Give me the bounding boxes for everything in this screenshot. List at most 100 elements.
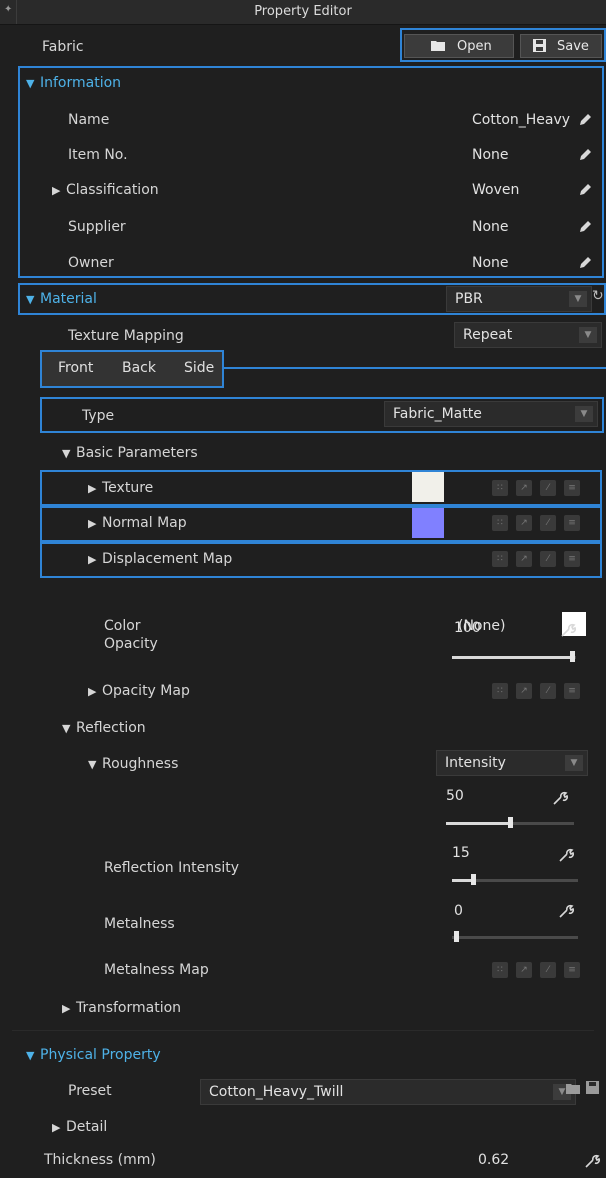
tab-back[interactable]: Back [122,360,156,376]
info-row-name: Name Cotton_Heavy [0,102,606,138]
thickness-value[interactable]: 0.62 [478,1152,509,1168]
collapse-triangle-icon: ▼ [62,447,71,460]
delete-icon[interactable]: ≡ [564,962,580,978]
brush-icon[interactable]: ⁄ [540,962,556,978]
expand-triangle-icon: ▶ [62,1002,71,1015]
reflection-intensity-slider[interactable] [452,874,578,885]
expand-triangle-icon: ▶ [88,482,97,495]
edit-pencil-icon[interactable] [578,148,592,162]
collapse-triangle-icon: ▼ [26,293,35,306]
preset-dropdown[interactable]: Cotton_Heavy_Twill ▼ [200,1079,576,1105]
grid-icon[interactable]: ∷ [492,551,508,567]
expand-triangle-icon: ▶ [88,517,97,530]
metalness-map-icons: ∷ ↗ ⁄ ≡ [492,962,584,978]
open-external-icon[interactable]: ↗ [516,480,532,496]
chevron-down-icon: ▼ [569,291,587,307]
brush-icon[interactable]: ⁄ [540,480,556,496]
physical-property-header[interactable]: ▼ Physical Property [0,1037,606,1073]
info-row-owner: Owner None [0,245,606,281]
open-button[interactable]: Open [404,34,514,58]
metalness-value[interactable]: 0 [454,903,463,919]
grid-icon[interactable]: ∷ [492,480,508,496]
reflection-header[interactable]: ▼ Reflection [0,710,606,746]
opacity-map-icons: ∷ ↗ ⁄ ≡ [492,683,584,699]
edit-pencil-icon[interactable] [578,220,592,234]
chevron-down-icon: ▼ [579,327,597,343]
displacement-map-icons: ∷ ↗ ⁄ ≡ [492,551,584,567]
expand-triangle-icon: ▶ [88,553,97,566]
delete-icon[interactable]: ≡ [564,480,580,496]
thickness-row: Thickness (mm) 0.62 [0,1142,606,1178]
delete-icon[interactable]: ≡ [564,551,580,567]
open-external-icon[interactable]: ↗ [516,962,532,978]
edit-pencil-icon[interactable] [578,113,592,127]
expand-triangle-icon: ▶ [52,184,61,197]
material-type-dropdown[interactable]: PBR ▼ [446,286,592,312]
info-row-classification[interactable]: ▶ Classification Woven [0,172,606,208]
roughness-value[interactable]: 50 [446,788,464,804]
tab-side[interactable]: Side [184,360,214,376]
type-dropdown[interactable]: Fabric_Matte ▼ [384,401,598,427]
metalness-slider[interactable] [452,931,578,942]
collapse-triangle-icon: ▼ [88,758,97,771]
grid-icon[interactable]: ∷ [492,683,508,699]
expand-triangle-icon: ▶ [52,1121,61,1134]
information-section-header[interactable]: ▼ Information [0,66,606,100]
texture-swatch[interactable] [412,472,444,502]
opacity-value[interactable]: 100 [454,620,481,636]
expand-triangle-icon: ▶ [88,685,97,698]
info-row-supplier: Supplier None [0,209,606,245]
side-tabs: Front Back Side [42,352,222,386]
name-value[interactable]: Cotton_Heavy [472,112,570,128]
brush-icon[interactable]: ⁄ [540,683,556,699]
open-external-icon[interactable]: ↗ [516,551,532,567]
title-bar: ✦ Property Editor [0,0,606,25]
info-row-item-no: Item No. None [0,137,606,173]
opacity-slider[interactable] [452,651,576,662]
folder-icon [431,39,445,55]
wrench-icon[interactable] [584,1153,600,1169]
wrench-icon[interactable] [560,622,576,638]
transformation-row[interactable]: ▶ Transformation [0,990,606,1026]
window-title: Property Editor [254,4,352,19]
reflection-intensity-value[interactable]: 15 [452,845,470,861]
wrench-icon[interactable] [552,790,568,806]
roughness-mode-dropdown[interactable]: Intensity ▼ [436,750,588,776]
refresh-icon[interactable]: ↻ [592,288,604,304]
grid-icon[interactable]: ∷ [492,515,508,531]
delete-icon[interactable]: ≡ [564,683,580,699]
edit-pencil-icon[interactable] [578,256,592,270]
collapse-triangle-icon: ▼ [26,1049,35,1062]
wrench-icon[interactable] [558,903,574,919]
roughness-slider[interactable] [446,817,574,828]
metalness-label: Metalness [104,916,175,932]
edit-pencil-icon[interactable] [578,183,592,197]
tab-front[interactable]: Front [58,360,93,376]
save-button[interactable]: Save [520,34,602,58]
detail-row[interactable]: ▶ Detail [0,1109,606,1145]
normal-map-icons: ∷ ↗ ⁄ ≡ [492,515,584,531]
fabric-header: Fabric [0,28,606,64]
basic-parameters-header[interactable]: ▼ Basic Parameters [0,435,606,471]
collapse-triangle-icon: ▼ [62,722,71,735]
open-external-icon[interactable]: ↗ [516,515,532,531]
folder-icon[interactable] [566,1082,580,1098]
collapse-triangle-icon: ▼ [26,77,35,90]
fabric-label: Fabric [42,39,84,55]
opacity-label: Opacity [104,636,158,652]
delete-icon[interactable]: ≡ [564,515,580,531]
open-external-icon[interactable]: ↗ [516,683,532,699]
floppy-icon[interactable] [586,1081,599,1098]
normal-map-swatch[interactable] [412,508,444,538]
chevron-down-icon: ▼ [565,755,583,771]
texture-mapping-dropdown[interactable]: Repeat ▼ [454,322,602,348]
grid-icon[interactable]: ∷ [492,962,508,978]
reflection-intensity-label: Reflection Intensity [104,860,240,876]
brush-icon[interactable]: ⁄ [540,515,556,531]
color-row: Color (None) [104,618,506,634]
chevron-down-icon: ▼ [575,406,593,422]
floppy-icon [533,39,546,56]
texture-map-icons: ∷ ↗ ⁄ ≡ [492,480,584,496]
wrench-icon[interactable] [558,847,574,863]
brush-icon[interactable]: ⁄ [540,551,556,567]
